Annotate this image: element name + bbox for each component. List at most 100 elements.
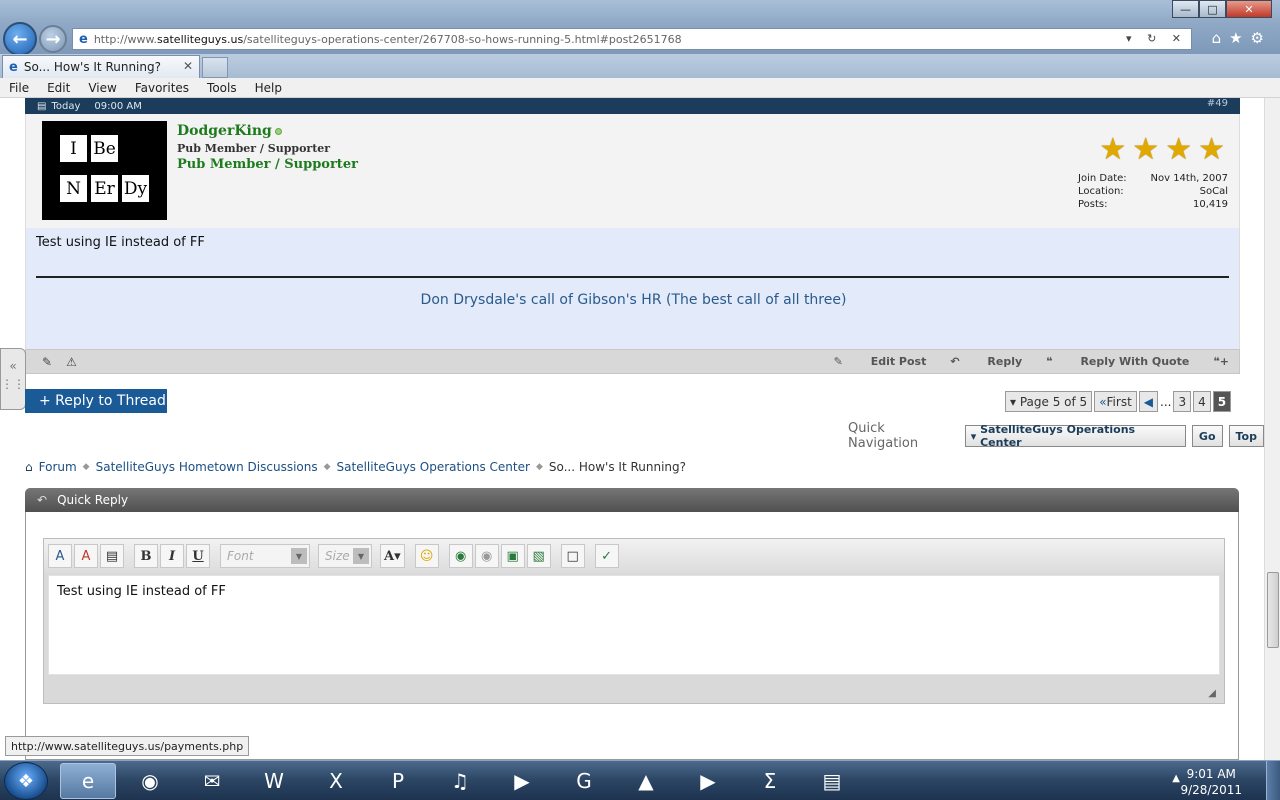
- page-3-button[interactable]: 3: [1173, 391, 1192, 412]
- close-window-button[interactable]: ✕: [1226, 0, 1272, 18]
- breadcrumb-hometown[interactable]: SatelliteGuys Hometown Discussions: [96, 460, 318, 474]
- taskbar-sigma-icon[interactable]: Σ: [742, 763, 798, 799]
- tab-favicon-icon: e: [9, 59, 18, 75]
- taskbar-firefox-icon[interactable]: ◉: [122, 763, 178, 799]
- taskbar-ie-icon[interactable]: e: [60, 763, 116, 799]
- breadcrumb-forum[interactable]: Forum: [39, 460, 77, 474]
- window-controls: — □ ✕: [1172, 0, 1272, 18]
- first-page-label: First: [1106, 394, 1132, 409]
- menu-view[interactable]: View: [79, 81, 125, 95]
- menu-file[interactable]: File: [0, 81, 38, 95]
- online-status-icon: [274, 127, 282, 135]
- breadcrumb-separator-icon: ◆: [323, 462, 331, 472]
- insert-video-icon[interactable]: ▧: [526, 544, 551, 568]
- italic-button[interactable]: I: [160, 544, 184, 568]
- taskbar-itunes-icon[interactable]: ♫: [432, 763, 488, 799]
- remove-formatting-icon[interactable]: A: [74, 544, 98, 568]
- show-desktop-button[interactable]: [1266, 761, 1280, 800]
- switch-editor-mode-icon[interactable]: A: [48, 544, 72, 568]
- blog-icon[interactable]: ✎: [42, 355, 66, 369]
- browser-tab[interactable]: e So... How's It Running? ✕: [2, 55, 200, 78]
- insert-image-icon[interactable]: ▣: [500, 544, 525, 568]
- reply-to-thread-button[interactable]: + Reply to Thread: [25, 389, 167, 413]
- taskbar-outlook-icon[interactable]: ✉: [184, 763, 240, 799]
- chevron-down-icon: ▼: [353, 548, 369, 564]
- post-number[interactable]: #49: [1207, 98, 1228, 109]
- forward-button[interactable]: →: [39, 25, 67, 53]
- new-tab-button[interactable]: [202, 57, 228, 78]
- paste-icon[interactable]: ▤: [100, 544, 124, 568]
- size-dropdown[interactable]: Size ▼: [318, 544, 372, 568]
- breadcrumb-operations-center[interactable]: SatelliteGuys Operations Center: [337, 460, 530, 474]
- multi-quote-icon[interactable]: ❝+: [1213, 355, 1229, 368]
- taskbar-camtasia-icon[interactable]: ▶: [680, 763, 736, 799]
- menu-tools[interactable]: Tools: [198, 81, 246, 95]
- status-bar-url: http://www.satelliteguys.us/payments.php: [5, 736, 250, 756]
- sidebar-collapse-tab[interactable]: «⋮⋮: [0, 348, 26, 410]
- underline-button[interactable]: U: [186, 544, 210, 568]
- back-button[interactable]: ←: [3, 22, 37, 56]
- quick-nav-select[interactable]: ▾ SatelliteGuys Operations Center: [964, 423, 1186, 449]
- scrollbar-thumb[interactable]: [1267, 572, 1279, 648]
- url-path: /satelliteguys-operations-center/267708-…: [243, 32, 682, 46]
- menu-bar: File Edit View Favorites Tools Help: [0, 78, 1280, 98]
- font-placeholder: Font: [227, 549, 254, 563]
- spellcheck-icon[interactable]: ✓: [594, 544, 619, 568]
- insert-link-icon[interactable]: ◉: [448, 544, 473, 568]
- browser-toolbar-icons[interactable]: ⌂★⚙: [1212, 29, 1272, 47]
- signature-link-text[interactable]: Don Drysdale's call of Gibson's HR (The …: [421, 292, 847, 308]
- page-count-dropdown[interactable]: ▾ Page 5 of 5: [1005, 391, 1093, 412]
- taskbar-gradequick-icon[interactable]: G: [556, 763, 612, 799]
- menu-favorites[interactable]: Favorites: [126, 81, 198, 95]
- font-color-button[interactable]: A▾: [380, 544, 405, 568]
- home-icon[interactable]: ⌂: [25, 460, 33, 474]
- address-bar-icons[interactable]: ▾ ↻ ✕: [1126, 32, 1187, 45]
- quick-reply-header[interactable]: ↶ Quick Reply: [25, 488, 1239, 512]
- maximize-button[interactable]: □: [1199, 0, 1226, 18]
- go-button[interactable]: Go: [1191, 425, 1223, 447]
- resize-grip-icon[interactable]: ◢: [1208, 688, 1216, 699]
- taskbar-media-player-icon[interactable]: ▶: [494, 763, 550, 799]
- pagination: ▾ Page 5 of 5 «First ◀ ... 3 4 5: [1005, 391, 1233, 412]
- reply-button[interactable]: ↶ Reply: [950, 355, 1022, 368]
- first-page-button[interactable]: «First: [1094, 391, 1137, 412]
- page-scrollbar[interactable]: [1264, 98, 1280, 760]
- signature-link[interactable]: Don Drysdale's call of Gibson's HR (The …: [26, 292, 1241, 308]
- post-footer-icons[interactable]: ✎⚠: [42, 355, 91, 369]
- start-button[interactable]: ❖: [4, 762, 48, 800]
- quote-icon[interactable]: □: [560, 544, 585, 568]
- edit-post-label: Edit Post: [870, 355, 927, 368]
- taskbar-powerpoint-icon[interactable]: P: [370, 763, 426, 799]
- menu-edit[interactable]: Edit: [38, 81, 79, 95]
- username-link[interactable]: DodgerKing: [177, 123, 282, 139]
- font-dropdown[interactable]: Font ▼: [220, 544, 310, 568]
- reply-with-quote-button[interactable]: ❝ Reply With Quote: [1046, 355, 1189, 368]
- system-clock[interactable]: 9:01 AM 9/28/2011: [1180, 766, 1242, 798]
- bold-button[interactable]: B: [134, 544, 158, 568]
- top-button[interactable]: Top: [1228, 425, 1264, 447]
- post-actions: ✎ Edit Post ↶ Reply ❝ Reply With Quote ❝…: [810, 355, 1229, 368]
- report-icon[interactable]: ⚠: [66, 355, 91, 369]
- minimize-button[interactable]: —: [1172, 0, 1199, 18]
- tab-close-icon[interactable]: ✕: [183, 59, 193, 73]
- avatar-cell: I: [59, 134, 88, 163]
- taskbar-explorer-icon[interactable]: ▤: [804, 763, 860, 799]
- smilie-icon[interactable]: ☺: [414, 544, 439, 568]
- page-4-button[interactable]: 4: [1193, 391, 1211, 412]
- taskbar-excel-icon[interactable]: X: [308, 763, 364, 799]
- taskbar-chrome-icon[interactable]: ▲: [618, 763, 674, 799]
- star-icon: ★: [1165, 132, 1193, 167]
- tray-expand-icon[interactable]: ▲: [1172, 773, 1180, 784]
- taskbar-word-icon[interactable]: W: [246, 763, 302, 799]
- quick-nav-selected: SatelliteGuys Operations Center: [980, 423, 1136, 449]
- user-title: Pub Member / Supporter: [177, 142, 331, 155]
- prev-page-button[interactable]: ◀: [1138, 391, 1159, 412]
- menu-help[interactable]: Help: [246, 81, 291, 95]
- reply-textarea[interactable]: Test using IE instead of FF: [48, 575, 1220, 675]
- remove-link-icon[interactable]: ◉: [474, 544, 499, 568]
- address-bar[interactable]: e http://www. satelliteguys.us/satelliteg…: [72, 28, 1192, 50]
- avatar[interactable]: I Be N Er Dy: [42, 121, 167, 220]
- edit-post-button[interactable]: ✎ Edit Post: [834, 355, 927, 368]
- posts-label: Posts:: [1078, 199, 1108, 210]
- user-rank: Pub Member / Supporter: [177, 157, 358, 172]
